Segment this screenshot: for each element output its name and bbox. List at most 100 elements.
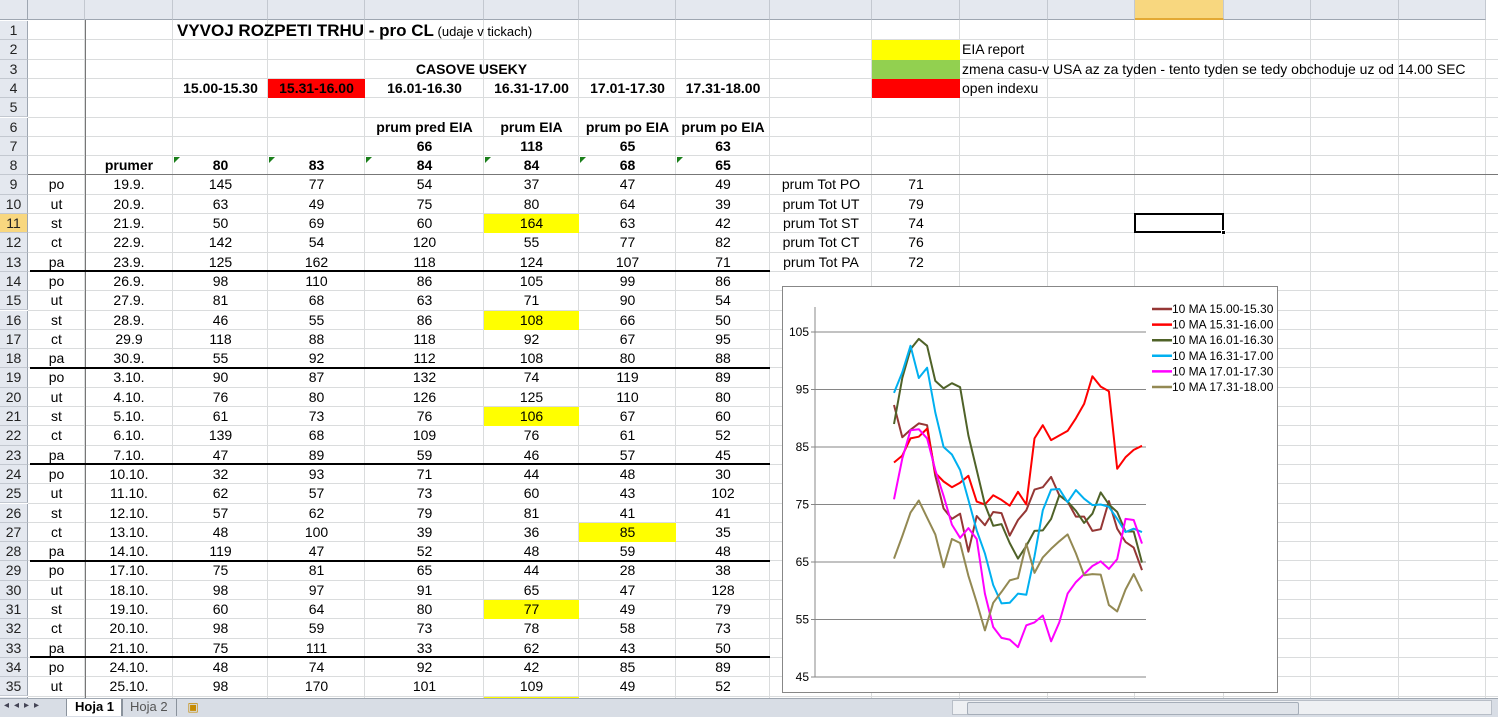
value-cell[interactable]: 52	[676, 426, 770, 445]
column-header-H[interactable]	[676, 0, 770, 20]
column-header-B[interactable]	[85, 0, 173, 20]
value-cell[interactable]: 125	[173, 253, 268, 272]
value-cell[interactable]: 80	[484, 195, 579, 214]
value-cell[interactable]: 90	[173, 368, 268, 387]
value-cell[interactable]: 37	[484, 175, 579, 194]
row-header-6[interactable]: 6	[0, 117, 28, 137]
total-label[interactable]: prum Tot CT	[770, 233, 872, 252]
value-cell[interactable]: 95	[676, 330, 770, 349]
value-cell[interactable]: 128	[676, 581, 770, 600]
day-cell[interactable]: pa	[28, 253, 85, 272]
day-cell[interactable]: pa	[28, 542, 85, 561]
row-header-35[interactable]: 35	[0, 677, 28, 697]
value-cell[interactable]: 57	[173, 504, 268, 523]
day-cell[interactable]: po	[28, 465, 85, 484]
row-header-27[interactable]: 27	[0, 522, 28, 543]
value-cell[interactable]: 105	[484, 272, 579, 291]
section-label[interactable]: CASOVE USEKY	[173, 60, 770, 79]
column-header-L[interactable]	[1048, 0, 1135, 20]
value-cell[interactable]: 132	[365, 368, 484, 387]
day-cell[interactable]: ct	[28, 233, 85, 252]
date-cell[interactable]: 6.10.	[85, 426, 173, 445]
row-header-25[interactable]: 25	[0, 484, 28, 504]
value-cell[interactable]: 76	[484, 426, 579, 445]
value-cell[interactable]: 39	[676, 195, 770, 214]
value-cell[interactable]: 30	[676, 465, 770, 484]
day-cell[interactable]: po	[28, 272, 85, 291]
average-value[interactable]: 65	[676, 156, 770, 175]
row-header-12[interactable]: 12	[0, 233, 28, 253]
value-cell[interactable]: 63	[579, 214, 676, 233]
value-cell[interactable]: 81	[173, 291, 268, 310]
value-cell[interactable]: 98	[173, 272, 268, 291]
value-cell[interactable]: 77	[579, 233, 676, 252]
scrollbar-thumb[interactable]	[967, 702, 1299, 715]
day-cell[interactable]: ut	[28, 195, 85, 214]
time-slot-header[interactable]: 16.01-16.30	[365, 79, 484, 98]
value-cell[interactable]: 109	[484, 677, 579, 696]
value-cell[interactable]: 75	[173, 561, 268, 580]
value-cell[interactable]: 64	[268, 600, 365, 619]
column-header-K[interactable]	[960, 0, 1048, 20]
average-label[interactable]: prumer	[85, 156, 173, 175]
value-cell[interactable]: 106	[484, 407, 579, 427]
value-cell[interactable]: 42	[676, 214, 770, 233]
column-header-F[interactable]	[484, 0, 579, 20]
value-cell[interactable]: 80	[579, 349, 676, 368]
date-cell[interactable]: 12.10.	[85, 504, 173, 523]
row-header-9[interactable]: 9	[0, 175, 28, 195]
value-cell[interactable]: 44	[484, 465, 579, 484]
value-cell[interactable]: 47	[579, 175, 676, 194]
eia-average[interactable]: 65	[579, 137, 676, 156]
value-cell[interactable]: 80	[365, 600, 484, 619]
value-cell[interactable]: 54	[676, 291, 770, 310]
value-cell[interactable]: 28	[579, 561, 676, 580]
average-value[interactable]: 84	[365, 156, 484, 175]
value-cell[interactable]: 119	[173, 542, 268, 561]
value-cell[interactable]: 100	[268, 523, 365, 542]
total-value[interactable]: 74	[872, 214, 960, 233]
row-header-31[interactable]: 31	[0, 600, 28, 620]
date-cell[interactable]: 3.10.	[85, 368, 173, 387]
value-cell[interactable]: 52	[365, 542, 484, 561]
day-cell[interactable]: pa	[28, 639, 85, 658]
value-cell[interactable]: 125	[484, 388, 579, 407]
value-cell[interactable]: 43	[579, 639, 676, 658]
select-all-corner[interactable]	[0, 0, 28, 20]
value-cell[interactable]: 89	[676, 368, 770, 387]
column-header-C[interactable]	[173, 0, 268, 20]
time-slot-header[interactable]: 17.31-18.00	[676, 79, 770, 98]
value-cell[interactable]: 75	[365, 195, 484, 214]
value-cell[interactable]: 98	[173, 677, 268, 696]
row-header-14[interactable]: 14	[0, 271, 28, 292]
row-header-23[interactable]: 23	[0, 445, 28, 465]
insert-sheet-icon[interactable]: ▣	[182, 700, 204, 716]
value-cell[interactable]: 35	[676, 523, 770, 542]
value-cell[interactable]: 49	[579, 677, 676, 696]
value-cell[interactable]: 93	[268, 465, 365, 484]
day-cell[interactable]: ct	[28, 523, 85, 542]
day-cell[interactable]: po	[28, 368, 85, 387]
day-cell[interactable]: pa	[28, 446, 85, 465]
day-cell[interactable]: po	[28, 175, 85, 194]
selected-cell[interactable]	[1134, 213, 1224, 234]
value-cell[interactable]: 80	[268, 388, 365, 407]
value-cell[interactable]: 81	[268, 561, 365, 580]
value-cell[interactable]: 47	[579, 581, 676, 600]
row-header-2[interactable]: 2	[0, 40, 28, 60]
day-cell[interactable]: pa	[28, 349, 85, 368]
sheet-tab-1[interactable]: Hoja 1	[66, 699, 124, 716]
value-cell[interactable]: 89	[268, 446, 365, 465]
day-cell[interactable]: st	[28, 504, 85, 523]
value-cell[interactable]: 54	[268, 233, 365, 252]
row-header-28[interactable]: 28	[0, 542, 28, 562]
value-cell[interactable]: 88	[676, 349, 770, 368]
value-cell[interactable]: 88	[268, 330, 365, 349]
value-cell[interactable]: 66	[579, 311, 676, 330]
value-cell[interactable]: 48	[484, 542, 579, 561]
date-cell[interactable]: 26.9.	[85, 272, 173, 291]
row-header-7[interactable]: 7	[0, 136, 28, 157]
column-header-P[interactable]	[1399, 0, 1486, 20]
day-cell[interactable]: ut	[28, 291, 85, 310]
date-cell[interactable]: 24.10.	[85, 658, 173, 677]
